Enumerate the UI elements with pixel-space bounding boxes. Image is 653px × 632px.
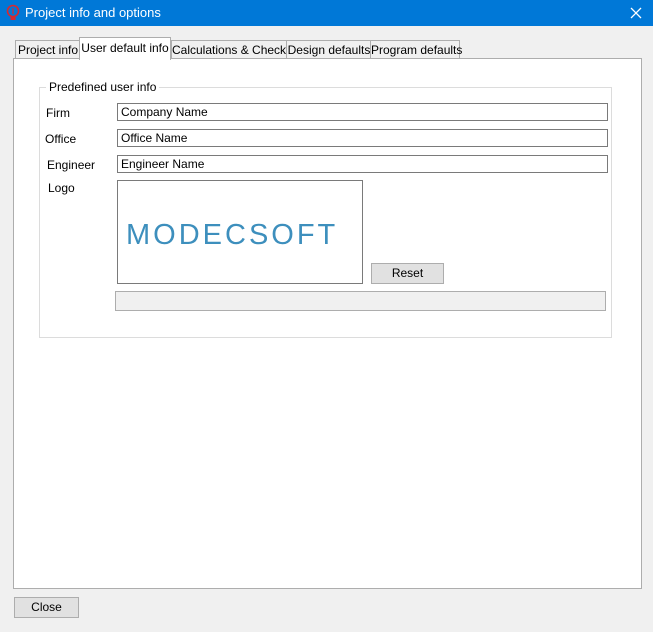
tab-program-defaults[interactable]: Program defaults — [370, 40, 462, 59]
firm-field[interactable] — [117, 103, 608, 121]
tab-project-info[interactable]: Project info — [15, 40, 81, 59]
logo-image-box[interactable]: MODECSOFT — [117, 180, 363, 284]
group-title: Predefined user info — [46, 80, 160, 94]
window-title: Project info and options — [25, 5, 161, 20]
office-field[interactable] — [117, 129, 608, 147]
title-bar: Project info and options — [0, 0, 653, 26]
tab-user-default-info[interactable]: User default info — [79, 37, 171, 60]
reset-button[interactable]: Reset — [371, 263, 444, 284]
tab-panel: Predefined user info Firm Office Enginee… — [13, 58, 642, 589]
tab-calculations-checks[interactable]: Calculations & Checks — [171, 40, 292, 59]
logo-label: Logo — [48, 181, 75, 195]
close-button[interactable]: Close — [14, 597, 79, 618]
company-logo: MODECSOFT — [126, 219, 339, 251]
office-label: Office — [45, 132, 77, 146]
close-icon — [630, 7, 642, 19]
logo-path-field — [115, 291, 606, 311]
firm-label: Firm — [46, 106, 70, 120]
tab-design-defaults[interactable]: Design defaults — [286, 40, 372, 59]
engineer-label: Engineer — [47, 158, 96, 172]
close-window-button[interactable] — [619, 0, 653, 26]
lightbulb-icon — [6, 4, 20, 20]
engineer-field[interactable] — [117, 155, 608, 173]
